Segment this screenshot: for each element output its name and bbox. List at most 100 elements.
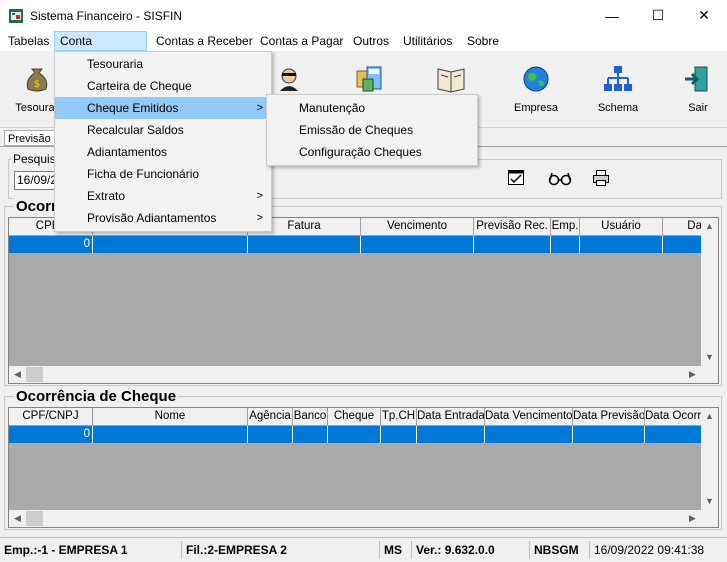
- menu-outros[interactable]: Outros: [349, 31, 393, 51]
- col-usuario[interactable]: Usuário: [580, 218, 663, 236]
- cell[interactable]: [645, 426, 703, 443]
- maximize-button[interactable]: ☐: [635, 0, 681, 31]
- menu-item-label: Adiantamentos: [87, 145, 168, 159]
- status-datetime: 16/09/2022 09:41:38: [594, 543, 705, 557]
- exit-door-icon: [685, 66, 708, 92]
- horizontal-scrollbar[interactable]: ◀ ▶: [9, 366, 718, 383]
- cell[interactable]: [381, 426, 417, 443]
- col-previsao-rec[interactable]: Previsão Rec.: [474, 218, 551, 236]
- schema-tool[interactable]: Schema: [588, 51, 648, 121]
- menu-conta-corrente[interactable]: Conta Corrente: [54, 31, 147, 66]
- menu-item-tesouraria[interactable]: Tesouraria: [55, 53, 271, 75]
- calendar-check-icon[interactable]: [507, 168, 525, 186]
- sair-label: Sair: [688, 102, 708, 114]
- ocorrencias-title: Ocorr: [14, 198, 59, 215]
- menu-item-provisao-adiantamentos[interactable]: Provisão Adiantamentos >: [55, 207, 271, 229]
- cell-cpf[interactable]: 0: [9, 236, 93, 253]
- cheque-grid[interactable]: CPF/CNPJ Nome Agência Banco Cheque Tp.CH…: [8, 407, 719, 528]
- menu-item-label: Ficha de Funcionário: [87, 167, 200, 181]
- col-data-ocorrencia[interactable]: Data Ocorrê: [645, 408, 703, 426]
- col-banco[interactable]: Banco: [293, 408, 328, 426]
- cell[interactable]: [248, 236, 361, 253]
- glasses-icon[interactable]: [548, 170, 572, 186]
- col-data[interactable]: Da: [663, 218, 703, 236]
- scroll-up-icon[interactable]: ▲: [701, 218, 718, 235]
- title-bar: Sistema Financeiro - SISFIN — ☐ ✕: [0, 0, 727, 31]
- cell-cpf-cnpj[interactable]: 0: [9, 426, 93, 443]
- menu-item-manutencao[interactable]: Manutenção: [267, 97, 477, 119]
- scroll-left-icon[interactable]: ◀: [9, 366, 26, 383]
- menu-sobre[interactable]: Sobre: [463, 31, 503, 51]
- menu-tabelas[interactable]: Tabelas: [4, 31, 53, 51]
- status-bar: Emp.:-1 - EMPRESA 1 Fil.:2-EMPRESA 2 MS …: [0, 537, 727, 562]
- vertical-scrollbar[interactable]: ▲ ▼: [701, 408, 718, 510]
- table-row[interactable]: 0: [9, 426, 703, 443]
- scroll-right-icon[interactable]: ▶: [684, 510, 701, 527]
- cell[interactable]: [573, 426, 645, 443]
- ocorrencias-grid[interactable]: CPF / Fatura Vencimento Previsão Rec. Em…: [8, 217, 719, 384]
- scroll-up-icon[interactable]: ▲: [701, 408, 718, 425]
- menu-item-configuracao-cheques[interactable]: Configuração Cheques: [267, 141, 477, 163]
- empresa-tool[interactable]: Empresa: [506, 51, 566, 121]
- scroll-left-icon[interactable]: ◀: [9, 510, 26, 527]
- close-button[interactable]: ✕: [681, 0, 727, 31]
- cell[interactable]: [93, 236, 248, 253]
- scroll-down-icon[interactable]: ▼: [701, 349, 718, 366]
- col-data-entrada[interactable]: Data Entrada: [417, 408, 485, 426]
- status-filial: Fil.:2-EMPRESA 2: [182, 541, 380, 559]
- col-data-vencimento[interactable]: Data Vencimento: [485, 408, 573, 426]
- col-tp-ch[interactable]: Tp.CH: [381, 408, 417, 426]
- table-row[interactable]: 0: [9, 236, 703, 253]
- minimize-button[interactable]: —: [589, 0, 635, 31]
- status-empresa: Emp.:-1 - EMPRESA 1: [0, 541, 182, 559]
- cell[interactable]: [248, 426, 293, 443]
- schema-icon: [604, 66, 632, 91]
- menu-item-label: Recalcular Saldos: [87, 123, 184, 137]
- menu-contas-a-receber[interactable]: Contas a Receber: [152, 31, 257, 51]
- col-emp[interactable]: Emp.: [551, 218, 580, 236]
- scroll-right-icon[interactable]: ▶: [684, 366, 701, 383]
- cell[interactable]: [474, 236, 551, 253]
- menu-item-emissao-de-cheques[interactable]: Emissão de Cheques: [267, 119, 477, 141]
- col-cpf-cnpj[interactable]: CPF/CNPJ: [9, 408, 93, 426]
- menu-utilitarios[interactable]: Utilitários: [399, 31, 456, 51]
- col-nome[interactable]: Nome: [93, 408, 248, 426]
- cell[interactable]: [580, 236, 663, 253]
- cell[interactable]: [485, 426, 573, 443]
- menu-item-ficha-de-funcionario[interactable]: Ficha de Funcionário: [55, 163, 271, 185]
- horizontal-scrollbar[interactable]: ◀ ▶: [9, 510, 718, 527]
- menu-item-carteira-de-cheque[interactable]: Carteira de Cheque: [55, 75, 271, 97]
- cell[interactable]: [551, 236, 580, 253]
- menu-item-label: Carteira de Cheque: [87, 79, 192, 93]
- cell[interactable]: [293, 426, 328, 443]
- cell[interactable]: [93, 426, 248, 443]
- vertical-scrollbar[interactable]: ▲ ▼: [701, 218, 718, 366]
- menu-item-adiantamentos[interactable]: Adiantamentos: [55, 141, 271, 163]
- cell[interactable]: [328, 426, 381, 443]
- book-icon: [437, 68, 465, 93]
- menu-item-recalcular-saldos[interactable]: Recalcular Saldos: [55, 119, 271, 141]
- cheque-title: Ocorrência de Cheque: [14, 388, 179, 405]
- submenu-arrow-icon: >: [256, 102, 263, 114]
- scroll-thumb[interactable]: [26, 367, 43, 382]
- tab-previsao[interactable]: Previsão: [4, 130, 56, 146]
- col-cheque[interactable]: Cheque: [328, 408, 381, 426]
- menu-contas-a-pagar[interactable]: Contas a Pagar: [256, 31, 347, 51]
- status-db: MS: [380, 541, 412, 559]
- menu-item-label: Extrato: [87, 189, 126, 203]
- cell[interactable]: [417, 426, 485, 443]
- scroll-down-icon[interactable]: ▼: [701, 493, 718, 510]
- status-user: NBSGM: [530, 541, 590, 559]
- scroll-thumb[interactable]: [26, 511, 43, 526]
- col-agencia[interactable]: Agência: [248, 408, 293, 426]
- sair-tool[interactable]: Sair: [668, 51, 727, 121]
- cell[interactable]: [663, 236, 703, 253]
- col-data-previsao[interactable]: Data Previsão: [573, 408, 645, 426]
- status-version: Ver.: 9.632.0.0: [412, 541, 530, 559]
- col-vencimento[interactable]: Vencimento: [361, 218, 474, 236]
- menu-item-label: Cheque Emitidos: [87, 101, 179, 115]
- cell[interactable]: [361, 236, 474, 253]
- menu-item-cheque-emitidos[interactable]: Cheque Emitidos >: [55, 97, 271, 119]
- menu-item-extrato[interactable]: Extrato >: [55, 185, 271, 207]
- printer-icon[interactable]: [592, 169, 610, 187]
